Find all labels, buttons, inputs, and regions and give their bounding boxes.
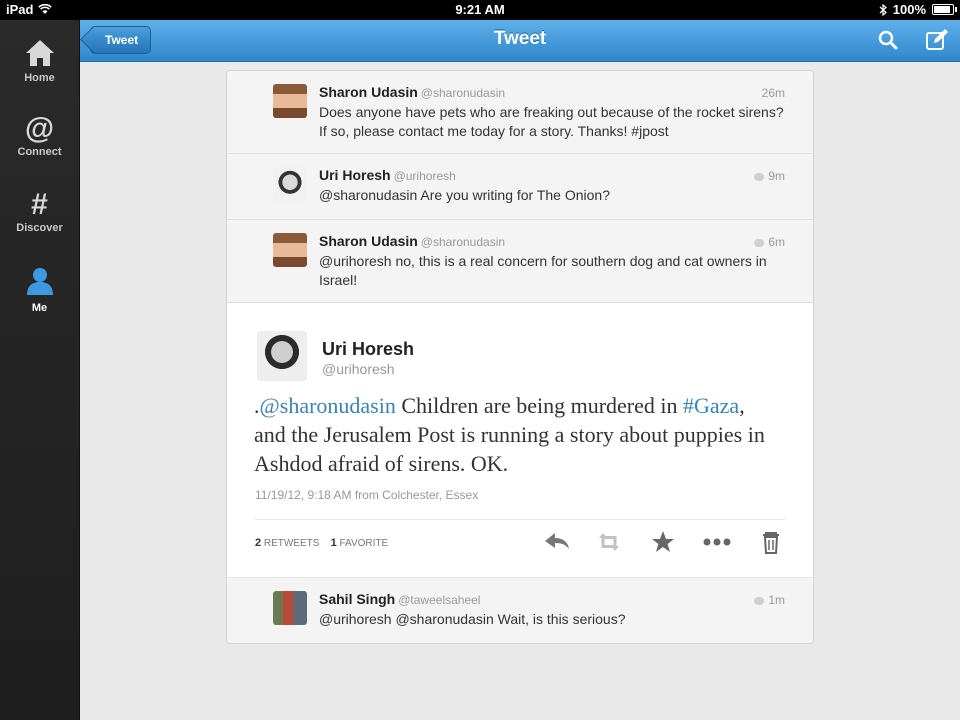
author-handle: @taweelsaheel <box>398 593 481 607</box>
compose-icon[interactable] <box>925 28 949 52</box>
author-name: Sharon Udasin <box>319 84 418 100</box>
tweet-time: 26m <box>761 86 785 100</box>
tweet-stats: 2 RETWEETS 1 FAVORITE <box>255 537 388 549</box>
more-icon[interactable] <box>701 529 733 555</box>
author-name: Sharon Udasin <box>319 233 418 249</box>
avatar[interactable] <box>273 233 307 267</box>
divider <box>255 519 785 520</box>
hash-icon: # <box>31 188 48 221</box>
retweets-stat[interactable]: 2 RETWEETS <box>255 537 319 549</box>
avatar[interactable] <box>273 84 307 118</box>
favorites-stat[interactable]: 1 FAVORITE <box>331 537 389 549</box>
author-handle: @urihoresh <box>393 169 456 183</box>
at-icon: @ <box>24 112 55 145</box>
sidebar-item-discover[interactable]: # Discover <box>0 188 79 234</box>
nav-header: Tweet Tweet <box>80 20 960 62</box>
retweet-icon[interactable] <box>595 529 623 555</box>
tweet-time: 9m <box>768 169 785 183</box>
hashtag-link[interactable]: #Gaza <box>683 393 739 418</box>
author-handle: @sharonudasin <box>420 235 506 249</box>
sidebar-item-me[interactable]: Me <box>0 266 79 314</box>
bluetooth-icon <box>879 3 887 16</box>
delete-icon[interactable] <box>757 529 785 555</box>
sidebar-item-home[interactable]: Home <box>0 38 79 84</box>
avatar[interactable] <box>273 167 307 201</box>
author-name: Sahil Singh <box>319 591 396 607</box>
favorite-star-icon[interactable] <box>649 529 677 555</box>
author-handle[interactable]: @urihoresh <box>322 361 395 377</box>
tweet-time: 6m <box>768 235 785 249</box>
avatar[interactable] <box>257 331 307 381</box>
mention-link[interactable]: @sharonudasin <box>260 393 396 418</box>
tweet-thread-card: Sharon Udasin @sharonudasin 26m Does anyo… <box>226 70 814 644</box>
tweet-text: @urihoresh no, this is a real concern fo… <box>319 253 767 288</box>
tweet-text: @sharonudasin Are you writing for The On… <box>319 187 611 203</box>
clock: 9:21 AM <box>455 2 505 17</box>
author-name[interactable]: Uri Horesh <box>322 339 414 360</box>
battery-percent: 100% <box>892 2 926 17</box>
author-name: Uri Horesh <box>319 167 391 183</box>
search-icon[interactable] <box>876 28 900 52</box>
status-bar: iPad 9:21 AM 100% <box>0 0 960 20</box>
sidebar-item-connect[interactable]: @ Connect <box>0 112 79 158</box>
tweet-text: @urihoresh @sharonudasin Wait, is this s… <box>319 611 626 627</box>
home-icon <box>25 40 54 66</box>
reply-item[interactable]: Sahil Singh @taweelsaheel 1m @urihoresh @… <box>227 577 813 643</box>
tweet-body: .@sharonudasin Children are being murder… <box>254 393 765 476</box>
reply-bubble-icon <box>754 172 765 181</box>
reply-bubble-icon <box>754 596 765 605</box>
tweet-meta: 11/19/12, 9:18 AM from Colchester, Essex <box>255 488 479 502</box>
reply-item[interactable]: Uri Horesh @urihoresh 9m @sharonudasin Ar… <box>227 154 813 220</box>
reply-item[interactable]: Sharon Udasin @sharonudasin 26m Does anyo… <box>227 71 813 154</box>
reply-icon[interactable] <box>543 529 571 555</box>
tweet-text: Does anyone have pets who are freaking o… <box>319 104 784 139</box>
page-title: Tweet <box>493 28 547 49</box>
content-area: Sharon Udasin @sharonudasin 26m Does anyo… <box>80 62 960 720</box>
reply-bubble-icon <box>754 238 765 247</box>
battery-icon <box>932 4 957 15</box>
tweet-time: 1m <box>768 593 785 607</box>
reply-item[interactable]: Sharon Udasin @sharonudasin 6m @urihoresh… <box>227 220 813 303</box>
sidebar: Home @ Connect # Discover Me <box>0 20 80 720</box>
person-icon <box>26 268 53 295</box>
avatar[interactable] <box>273 591 307 625</box>
main-tweet: Uri Horesh @urihoresh .@sharonudasin Chi… <box>227 303 813 577</box>
author-handle: @sharonudasin <box>420 86 506 100</box>
